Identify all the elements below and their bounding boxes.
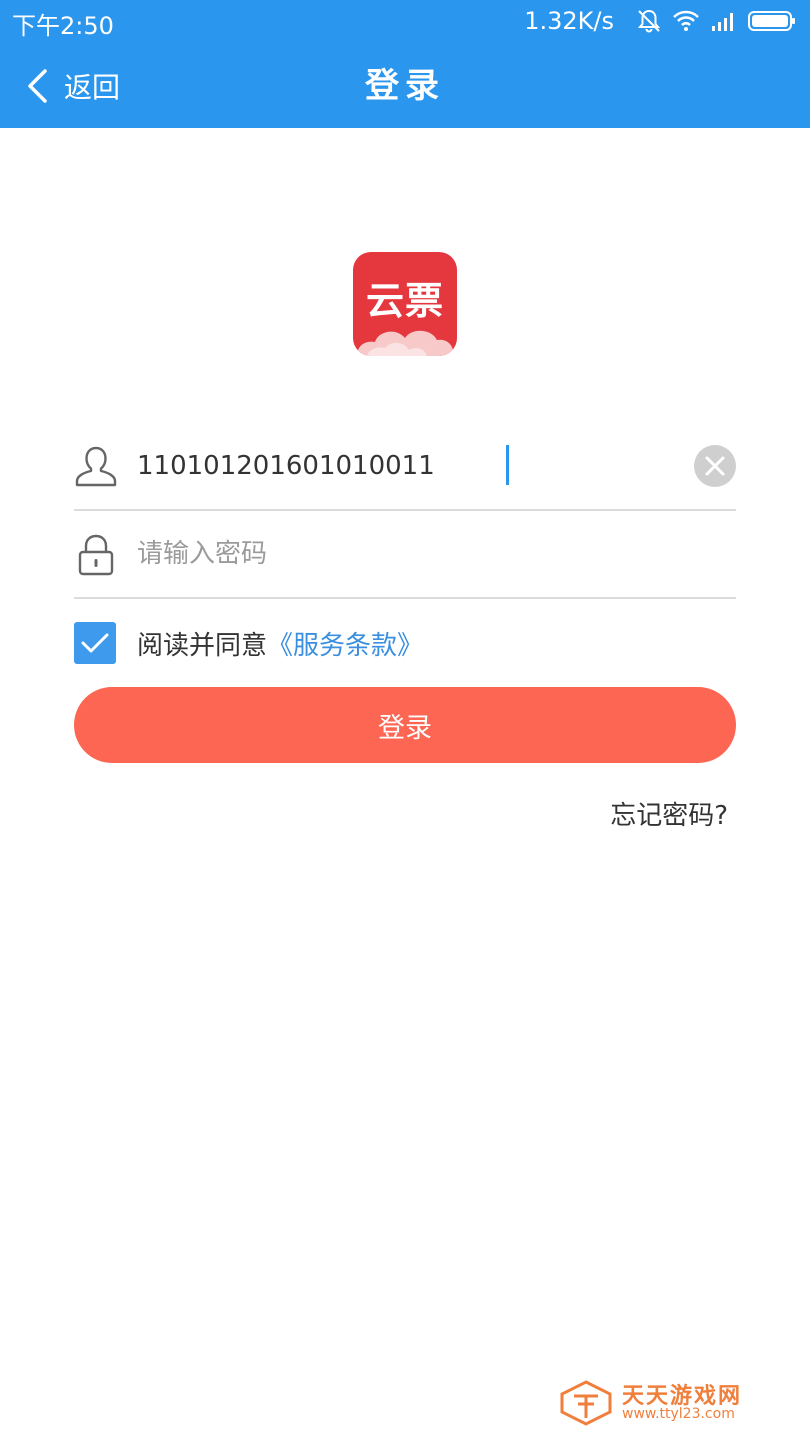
login-button[interactable]: 登录 [74, 687, 736, 763]
user-icon [75, 446, 117, 487]
lock-icon [78, 534, 114, 576]
clear-input-button[interactable] [694, 445, 736, 487]
watermark-logo-icon [560, 1380, 612, 1426]
username-input[interactable] [137, 446, 677, 486]
cloud-icon [357, 330, 454, 356]
signal-icon [712, 13, 733, 31]
agreement-row: 阅读并同意 《服务条款》 [74, 622, 423, 664]
password-row [74, 511, 736, 599]
terms-link[interactable]: 《服务条款》 [267, 625, 423, 662]
watermark-url: www.ttyl23.com [622, 1406, 735, 1422]
text-caret [506, 445, 509, 485]
app-logo: 云票 [353, 252, 457, 356]
status-time: 下午2:50 [12, 12, 114, 40]
agree-checkbox[interactable] [74, 622, 116, 664]
forgot-password-link[interactable]: 忘记密码? [610, 795, 728, 832]
password-input[interactable] [137, 534, 677, 574]
status-bar: 下午2:50 1.32K/s [0, 0, 810, 44]
battery-icon [748, 11, 795, 31]
network-speed: 1.32K/s [524, 7, 614, 35]
username-row [74, 423, 736, 511]
status-indicators: 1.32K/s [524, 6, 796, 36]
watermark: 天天游戏网 www.ttyl23.com [560, 1378, 770, 1428]
checkmark-icon [81, 633, 109, 653]
muted-bell-icon [637, 9, 661, 33]
nav-bar: 返回 登录 [0, 44, 810, 128]
agree-label: 阅读并同意 [137, 630, 268, 661]
page-title: 登录 [365, 66, 445, 106]
wifi-icon [673, 10, 699, 31]
close-icon [705, 456, 725, 476]
